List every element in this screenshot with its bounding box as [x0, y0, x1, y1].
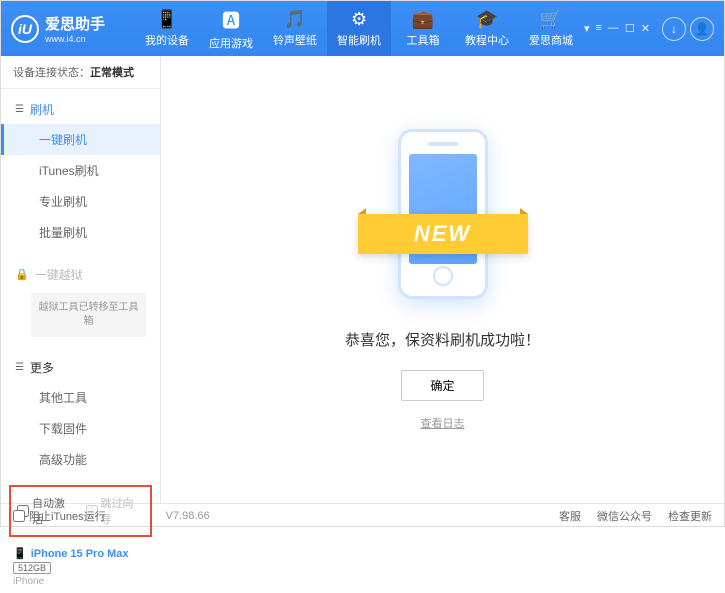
- section-flash[interactable]: ☰ 刷机: [1, 95, 160, 124]
- section-jailbreak: 🔒 一键越狱: [1, 260, 160, 289]
- sidebar-item-more-2[interactable]: 高级功能: [1, 444, 160, 475]
- block-itunes-checkbox[interactable]: 阻止iTunes运行: [13, 508, 106, 524]
- nav-label: 铃声壁纸: [273, 32, 317, 48]
- sidebar-item-more-1[interactable]: 下载固件: [1, 413, 160, 444]
- device-storage: 512GB: [13, 562, 51, 574]
- version-label: V7.98.66: [166, 510, 210, 522]
- menu-icon[interactable]: ▾: [584, 22, 590, 35]
- footer-link-support[interactable]: 客服: [559, 508, 581, 524]
- app-header: iU 爱思助手 www.i4.cn 📱 我的设备 🅰 应用游戏 🎵 铃声壁纸 ⚙ 智能刷机 💼 工…: [1, 1, 724, 56]
- nav-tab-3[interactable]: ⚙ 智能刷机: [327, 1, 391, 56]
- phone-icon: 📱: [13, 547, 27, 560]
- ok-button[interactable]: 确定: [401, 370, 483, 401]
- jailbreak-note: 越狱工具已转移至工具箱: [31, 293, 146, 337]
- nav-tab-1[interactable]: 🅰 应用游戏: [199, 1, 263, 56]
- nav-icon: 🛒: [540, 9, 562, 30]
- chevron-down-icon: ☰: [15, 104, 24, 115]
- nav-icon: 🎓: [476, 9, 498, 30]
- app-title: 爱思助手: [45, 13, 105, 34]
- footer-link-wechat[interactable]: 微信公众号: [597, 508, 652, 524]
- logo: iU 爱思助手 www.i4.cn: [11, 13, 105, 44]
- nav-tab-2[interactable]: 🎵 铃声壁纸: [263, 1, 327, 56]
- lock-icon: 🔒: [15, 268, 29, 281]
- chevron-down-icon: ☰: [15, 362, 24, 373]
- close-icon[interactable]: ✕: [641, 22, 650, 35]
- nav-label: 教程中心: [465, 32, 509, 48]
- success-message: 恭喜您，保资料刷机成功啦！: [345, 329, 540, 350]
- footer-link-update[interactable]: 检查更新: [668, 508, 712, 524]
- new-ribbon: NEW: [358, 214, 528, 254]
- sidebar-item-flash-3[interactable]: 批量刷机: [1, 217, 160, 248]
- nav-label: 爱思商城: [529, 32, 573, 48]
- nav-tab-5[interactable]: 🎓 教程中心: [455, 1, 519, 56]
- device-type: iPhone: [13, 576, 148, 587]
- connection-status: 设备连接状态：正常模式: [1, 56, 160, 89]
- nav-tab-6[interactable]: 🛒 爱思商城: [519, 1, 583, 56]
- settings-icon[interactable]: ≡: [595, 22, 601, 35]
- maximize-icon[interactable]: ☐: [625, 22, 635, 35]
- device-info[interactable]: 📱 iPhone 15 Pro Max 512GB iPhone: [1, 541, 160, 593]
- window-controls: ▾ ≡ — ☐ ✕: [584, 22, 650, 35]
- view-log-link[interactable]: 查看日志: [421, 415, 465, 431]
- nav-tab-4[interactable]: 💼 工具箱: [391, 1, 455, 56]
- sidebar-item-flash-1[interactable]: iTunes刷机: [1, 155, 160, 186]
- nav-icon: 💼: [412, 9, 434, 30]
- sidebar-item-flash-2[interactable]: 专业刷机: [1, 186, 160, 217]
- sidebar-item-more-0[interactable]: 其他工具: [1, 382, 160, 413]
- nav-label: 应用游戏: [209, 35, 253, 51]
- nav-icon: 📱: [156, 9, 178, 30]
- nav-label: 我的设备: [145, 32, 189, 48]
- logo-icon: iU: [11, 15, 39, 43]
- nav-label: 工具箱: [407, 32, 440, 48]
- sidebar: 设备连接状态：正常模式 ☰ 刷机 一键刷机iTunes刷机专业刷机批量刷机 🔒 …: [1, 56, 161, 503]
- nav-tabs: 📱 我的设备 🅰 应用游戏 🎵 铃声壁纸 ⚙ 智能刷机 💼 工具箱 🎓 教程中心 🛒 爱思商城: [135, 1, 584, 56]
- main-content: NEW 恭喜您，保资料刷机成功啦！ 确定 查看日志: [161, 56, 724, 503]
- nav-tab-0[interactable]: 📱 我的设备: [135, 1, 199, 56]
- phone-illustration: NEW: [363, 129, 523, 309]
- section-more[interactable]: ☰ 更多: [1, 353, 160, 382]
- download-button[interactable]: ↓: [662, 17, 686, 41]
- nav-label: 智能刷机: [337, 32, 381, 48]
- nav-icon: ⚙: [351, 9, 367, 30]
- nav-icon: 🎵: [284, 9, 306, 30]
- minimize-icon[interactable]: —: [608, 22, 619, 35]
- sidebar-item-flash-0[interactable]: 一键刷机: [1, 124, 160, 155]
- app-url: www.i4.cn: [45, 34, 105, 44]
- user-button[interactable]: 👤: [690, 17, 714, 41]
- nav-icon: 🅰: [222, 7, 240, 33]
